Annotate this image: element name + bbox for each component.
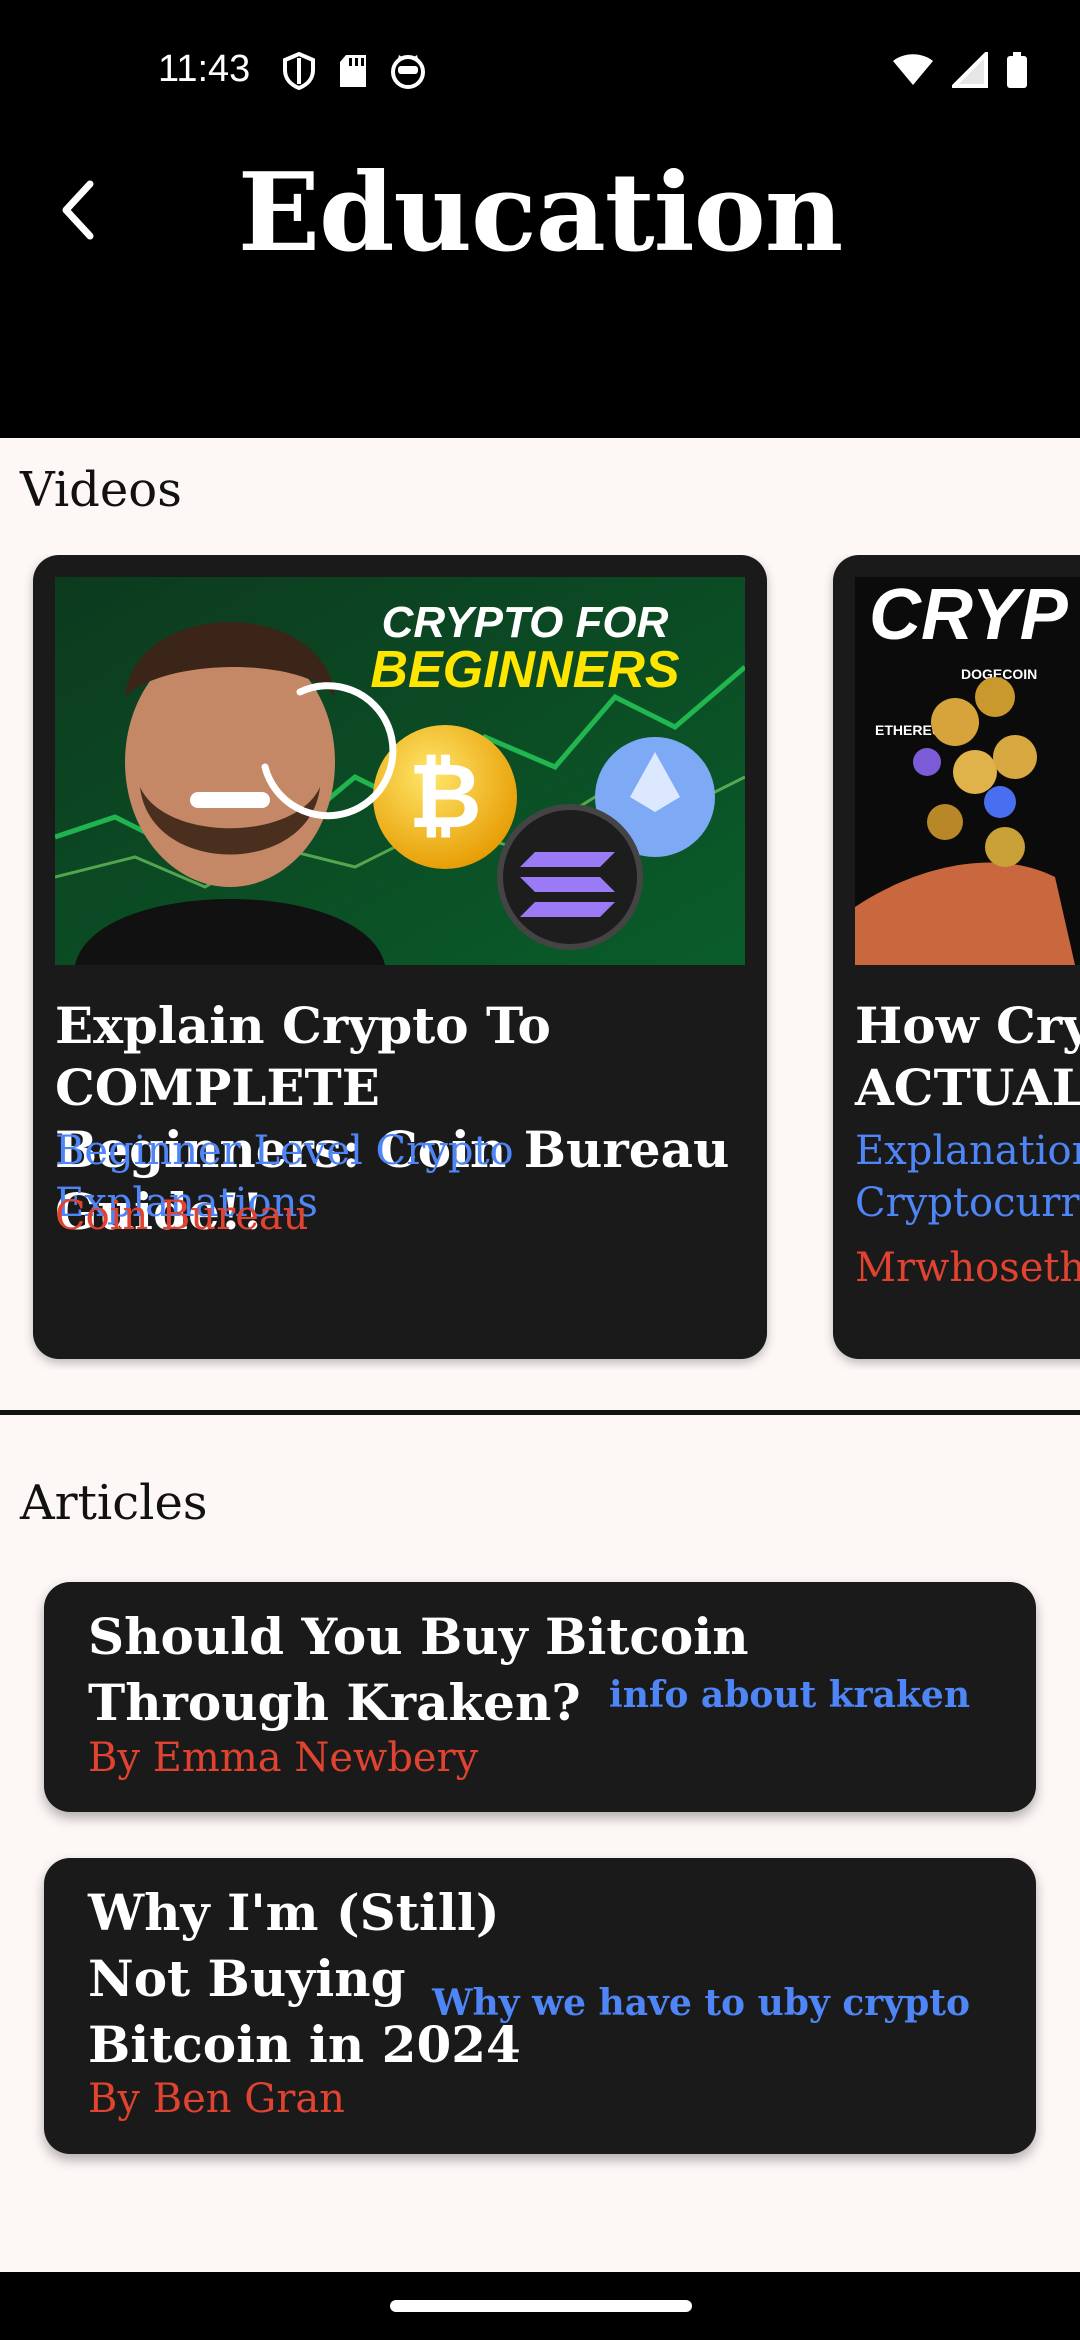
article-card[interactable]: Should You Buy Bitcoin Through Kraken? B… (44, 1582, 1036, 1812)
video-channel: Coin Bureau (55, 1193, 309, 1239)
svg-text:₿: ₿ (408, 747, 481, 847)
video-carousel[interactable]: CRYPTO FOR BEGINNERS ₿ Explain Crypto To… (0, 555, 1080, 1370)
video-channel: Mrwhoseth (855, 1245, 1080, 1291)
video-card[interactable]: CRYPTO FOR BEGINNERS ₿ Explain Crypto To… (33, 555, 767, 1359)
article-title: Why I'm (Still) Not Buying Bitcoin in 20… (88, 1883, 521, 2074)
thumbnail-text-line-1: CRYPTO FOR (382, 598, 669, 647)
video-thumbnail[interactable]: CRYP DOGECOIN ETHEREUM (855, 577, 1080, 965)
article-author: By Ben Gran (88, 2076, 345, 2122)
articles-section-title: Articles (20, 1475, 208, 1531)
article-author: By Emma Newbery (88, 1735, 479, 1781)
video-thumbnail[interactable]: CRYPTO FOR BEGINNERS ₿ (55, 577, 745, 965)
thumbnail-image: CRYPTO FOR BEGINNERS ₿ (55, 577, 745, 965)
wifi-icon (893, 54, 933, 85)
shield-icon (283, 52, 315, 90)
thumbnail-text-line-2: BEGINNERS (370, 641, 679, 699)
videos-section-title: Videos (20, 462, 182, 518)
thumbnail-image: CRYP DOGECOIN ETHEREUM (855, 577, 1080, 965)
status-icons-left (282, 52, 426, 90)
page-title: Education (237, 150, 844, 276)
thumbnail-text-line-1: CRYP (869, 577, 1069, 655)
video-title: How Cryp ACTUALL (855, 996, 1080, 1117)
cell-signal-icon (952, 52, 988, 88)
section-divider (0, 1410, 1080, 1415)
status-icons-right (892, 52, 1028, 88)
article-link[interactable]: info about kraken (609, 1674, 970, 1716)
cat-face-icon (391, 55, 425, 89)
app-header: 11:43 Education (0, 0, 1080, 438)
video-category[interactable]: Explanation Cryptocurre (855, 1125, 1080, 1229)
home-gesture-handle[interactable] (390, 2300, 692, 2312)
status-time: 11:43 (158, 48, 251, 90)
battery-icon (1007, 52, 1027, 88)
sd-card-icon (340, 55, 366, 87)
article-link[interactable]: Why we have to uby crypto (432, 1982, 970, 2024)
article-card[interactable]: Why I'm (Still) Not Buying Bitcoin in 20… (44, 1858, 1036, 2154)
video-card[interactable]: CRYP DOGECOIN ETHEREUM How Cryp ACTUALL … (833, 555, 1080, 1359)
article-title: Should You Buy Bitcoin Through Kraken? (88, 1607, 749, 1732)
